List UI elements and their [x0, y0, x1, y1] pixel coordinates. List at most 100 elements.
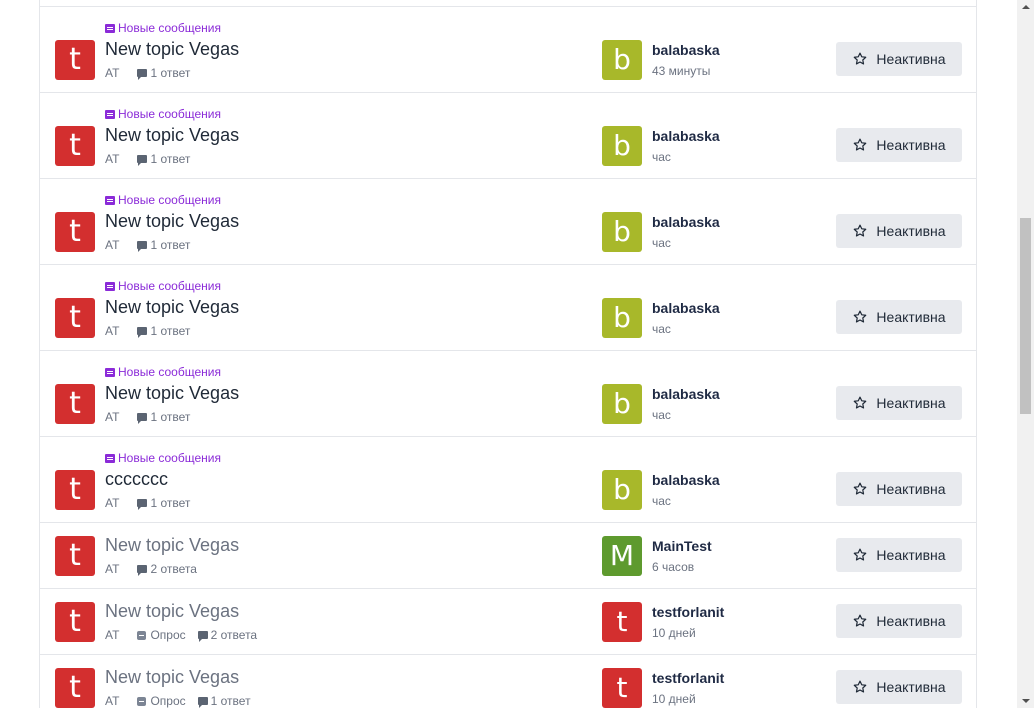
replies-label: 1 ответ [150, 496, 191, 510]
topic-row[interactable]: t Новые сообщения New topic Vegas AT 1 о… [40, 179, 976, 265]
topic-avatar[interactable]: t [55, 298, 95, 338]
reply-icon [197, 631, 208, 642]
topic-row[interactable]: t Новые сообщения New topic Vegas AT 1 о… [40, 265, 976, 351]
scroll-up-arrow-icon[interactable] [1022, 5, 1030, 9]
topic-title-link[interactable]: New topic Vegas [105, 535, 239, 556]
follow-label: Неактивна [876, 51, 946, 67]
reply-icon [137, 69, 148, 80]
follow-button[interactable]: Неактивна [836, 670, 962, 704]
last-poster-avatar[interactable]: b [602, 212, 642, 252]
topic-row[interactable]: t New topic Vegas AT Опрос 1 ответ t tes… [40, 655, 976, 708]
last-poster-name[interactable]: balabaska [652, 300, 720, 316]
star-icon [854, 482, 867, 495]
new-messages-tag: Новые сообщения [105, 21, 221, 35]
topic-meta: AT 2 ответа [105, 562, 209, 576]
follow-label: Неактивна [876, 309, 946, 325]
last-poster-avatar[interactable]: b [602, 298, 642, 338]
last-post-time: час [652, 322, 671, 336]
new-messages-tag: Новые сообщения [105, 279, 221, 293]
topic-avatar[interactable]: t [55, 536, 95, 576]
topic-meta: AT Опрос 2 ответа [105, 628, 269, 642]
topic-title-link[interactable]: New topic Vegas [105, 211, 239, 232]
last-poster-avatar[interactable]: M [602, 536, 642, 576]
follow-button[interactable]: Неактивна [836, 604, 962, 638]
replies-count: 1 ответ [137, 410, 190, 424]
topic-meta: AT 1 ответ [105, 324, 202, 338]
category-label[interactable]: AT [105, 628, 119, 642]
new-messages-label: Новые сообщения [118, 279, 221, 293]
last-poster-avatar[interactable]: b [602, 384, 642, 424]
follow-button[interactable]: Неактивна [836, 128, 962, 162]
topic-meta: AT 1 ответ [105, 238, 202, 252]
follow-button[interactable]: Неактивна [836, 386, 962, 420]
last-poster-name[interactable]: balabaska [652, 472, 720, 488]
last-poster-name[interactable]: testforlanit [652, 670, 724, 686]
last-post-time: 10 дней [652, 626, 696, 640]
category-label[interactable]: AT [105, 66, 119, 80]
category-label[interactable]: AT [105, 694, 119, 708]
topic-avatar[interactable]: t [55, 40, 95, 80]
last-poster-name[interactable]: MainTest [652, 538, 712, 554]
replies-count: 1 ответ [137, 66, 190, 80]
topic-title-link[interactable]: New topic Vegas [105, 601, 239, 622]
follow-button[interactable]: Неактивна [836, 300, 962, 334]
replies-count: 1 ответ [137, 152, 190, 166]
topic-avatar[interactable]: t [55, 384, 95, 424]
last-poster-avatar[interactable]: t [602, 668, 642, 708]
star-icon [854, 680, 867, 693]
topic-row[interactable]: t Новые сообщения New topic Vegas AT 1 о… [40, 351, 976, 437]
category-label[interactable]: AT [105, 152, 119, 166]
replies-count: 2 ответа [197, 628, 257, 642]
category-label[interactable]: AT [105, 324, 119, 338]
category-label[interactable]: AT [105, 410, 119, 424]
scroll-thumb[interactable] [1020, 218, 1031, 414]
scroll-down-arrow-icon[interactable] [1022, 699, 1030, 703]
topic-title-link[interactable]: New topic Vegas [105, 667, 239, 688]
new-messages-tag: Новые сообщения [105, 451, 221, 465]
scrollbar[interactable] [1017, 0, 1034, 708]
last-poster-name[interactable]: testforlanit [652, 604, 724, 620]
reply-icon [137, 565, 148, 576]
topic-avatar[interactable]: t [55, 470, 95, 510]
follow-button[interactable]: Неактивна [836, 214, 962, 248]
topic-title-link[interactable]: New topic Vegas [105, 383, 239, 404]
topic-row[interactable]: t New topic Vegas AT Опрос 2 ответа t te… [40, 589, 976, 655]
topic-title-link[interactable]: New topic Vegas [105, 297, 239, 318]
last-poster-name[interactable]: balabaska [652, 386, 720, 402]
topic-row[interactable]: t Новые сообщения New topic Vegas AT 1 о… [40, 7, 976, 93]
topic-row[interactable]: t Новые сообщения New topic Vegas AT 1 о… [40, 93, 976, 179]
category-label[interactable]: AT [105, 562, 119, 576]
last-post-time: 10 дней [652, 692, 696, 706]
topic-row[interactable]: t New topic Vegas AT 2 ответа M MainTest… [40, 523, 976, 589]
last-poster-avatar[interactable]: b [602, 40, 642, 80]
topic-avatar[interactable]: t [55, 668, 95, 708]
topic-avatar[interactable]: t [55, 212, 95, 252]
last-poster-avatar[interactable]: t [602, 602, 642, 642]
last-poster-name[interactable]: balabaska [652, 214, 720, 230]
follow-button[interactable]: Неактивна [836, 472, 962, 506]
message-icon [105, 23, 115, 33]
replies-count: 1 ответ [137, 238, 190, 252]
last-poster-avatar[interactable]: b [602, 126, 642, 166]
new-messages-label: Новые сообщения [118, 451, 221, 465]
follow-button[interactable]: Неактивна [836, 42, 962, 76]
topic-avatar[interactable]: t [55, 602, 95, 642]
topic-title-link[interactable]: ccccccc [105, 469, 168, 490]
category-label[interactable]: AT [105, 238, 119, 252]
topic-avatar[interactable]: t [55, 126, 95, 166]
reply-icon [137, 413, 148, 424]
topic-row[interactable]: t Новые сообщения ccccccc AT 1 ответ b b… [40, 437, 976, 523]
new-messages-tag: Новые сообщения [105, 193, 221, 207]
last-post-time: час [652, 494, 671, 508]
topic-title-link[interactable]: New topic Vegas [105, 39, 239, 60]
category-label[interactable]: AT [105, 496, 119, 510]
last-poster-name[interactable]: balabaska [652, 42, 720, 58]
follow-button[interactable]: Неактивна [836, 538, 962, 572]
star-icon [854, 224, 867, 237]
last-poster-name[interactable]: balabaska [652, 128, 720, 144]
star-icon [854, 138, 867, 151]
replies-label: 2 ответа [150, 562, 197, 576]
topic-meta: AT 1 ответ [105, 496, 202, 510]
last-poster-avatar[interactable]: b [602, 470, 642, 510]
topic-title-link[interactable]: New topic Vegas [105, 125, 239, 146]
